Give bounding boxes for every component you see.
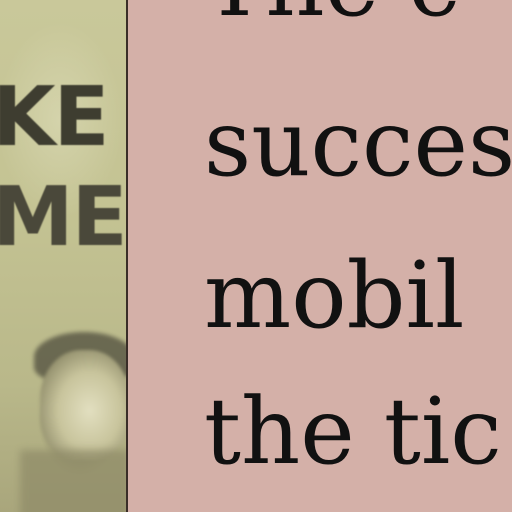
text-line-3: mobil xyxy=(204,242,465,349)
page: KE ME The c succes mobil the tic xyxy=(0,0,512,512)
photo-face xyxy=(40,350,126,460)
text-line-4: the tic xyxy=(204,378,502,485)
poster-text-top: KE xyxy=(0,70,110,165)
text-line-1: The c xyxy=(204,0,460,30)
text-line-2: succes xyxy=(204,90,512,197)
poster-text-bottom: ME xyxy=(0,170,126,265)
photo-shadow xyxy=(20,450,126,512)
vintage-photo: KE ME xyxy=(0,0,126,512)
text-panel: The c succes mobil the tic xyxy=(128,0,512,512)
